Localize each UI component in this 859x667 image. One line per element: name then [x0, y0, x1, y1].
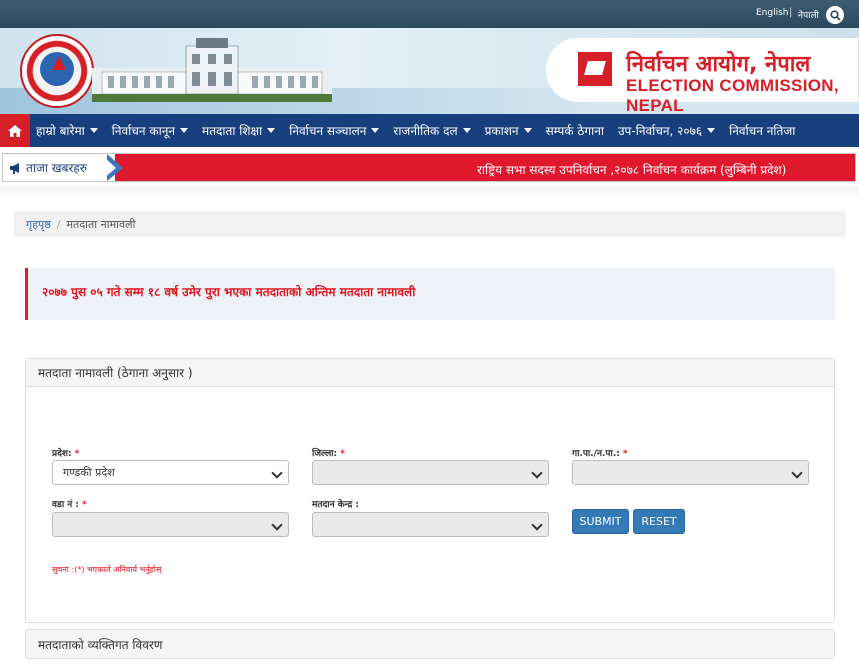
district-label: जिल्ला: * [312, 446, 345, 459]
main-navigation: हाम्रो बारेमा निर्वाचन कानून मतदाता शिक्… [0, 114, 859, 147]
ticker-headline-link[interactable]: राष्ट्रिय सभा सदस्य उपनिर्वाचन ,२०७८ निर… [477, 161, 786, 178]
breadcrumb-home-link[interactable]: गृहपृष्ठ [26, 217, 51, 232]
header-banner: निर्वाचन आयोग, नेपाल ELECTION COMMISSION… [0, 28, 859, 114]
voter-details-title: मतदाताको व्यक्तिगत विवरण [38, 637, 163, 652]
district-select[interactable] [312, 460, 549, 485]
ticker-label-text: ताजा खबरहरु [26, 161, 87, 175]
required-fields-note: सुचना :(*) भएकाले अनिवार्य भर्नुहोस् [52, 565, 162, 574]
nav-item-election-results[interactable]: निर्वाचन नतिजा [729, 122, 795, 139]
breadcrumb: गृहपृष्ठ / मतदाता नामावली [14, 211, 846, 237]
nav-item-political-parties[interactable]: राजनीतिक दल [393, 122, 471, 139]
nav-item-label: प्रकाशन [484, 124, 519, 138]
nav-item-voter-education[interactable]: मतदाता शिक्षा [202, 122, 276, 139]
voter-list-search-panel: मतदाता नामावली (ठेगाना अनुसार ) प्रदेश: *… [25, 358, 835, 623]
voter-details-panel[interactable]: मतदाताको व्यक्तिगत विवरण [25, 629, 835, 659]
notice-text: २०७७ पुस ०५ गते सम्म १८ वर्ष उमेर पुरा भ… [42, 285, 416, 299]
nav-item-election-law[interactable]: निर्वाचन कानून [111, 122, 189, 139]
national-emblem-icon[interactable] [20, 34, 94, 108]
ticker-label: ताजा खबरहरु [3, 154, 123, 181]
nav-item-label: राजनीतिक दल [393, 124, 458, 138]
logo-title-nepali: निर्वाचन आयोग, नेपाल [626, 52, 811, 77]
voter-list-notice: २०७७ पुस ०५ गते सम्म १८ वर्ष उमेर पुरा भ… [25, 268, 835, 320]
chevron-down-icon [531, 519, 543, 531]
chevron-down-icon [707, 128, 716, 133]
home-icon[interactable] [0, 114, 30, 147]
nav-item-about[interactable]: हाम्रो बारेमा [36, 122, 98, 139]
chevron-down-icon [523, 128, 532, 133]
nav-item-label: निर्वाचन नतिजा [729, 124, 796, 138]
nav-item-publications[interactable]: प्रकाशन [485, 122, 532, 139]
chevron-down-icon [89, 128, 98, 133]
nav-item-label: मतदाता शिक्षा [202, 124, 263, 138]
chevron-down-icon [462, 128, 471, 133]
nav-item-contact[interactable]: सम्पर्क ठेगाना [546, 122, 604, 139]
ballot-logo-icon [578, 52, 612, 86]
news-ticker: ताजा खबरहरु राष्ट्रिय सभा सदस्य उपनिर्वा… [2, 153, 856, 182]
submit-button[interactable]: SUBMIT [572, 509, 629, 534]
ward-select[interactable] [52, 512, 289, 537]
nav-item-election-operation[interactable]: निर्वाचन सञ्चालन [289, 122, 380, 139]
province-selected-value: गण्डकी प्रदेश [63, 466, 115, 479]
required-mark: * [340, 449, 345, 459]
ticker-arrow-inner [103, 156, 116, 179]
nav-item-label: निर्वाचन कानून [111, 124, 176, 138]
reset-button[interactable]: RESET [633, 509, 685, 534]
municipality-label: गा.पा./न.पा.: * [572, 446, 628, 459]
breadcrumb-separator: / [56, 217, 61, 231]
language-separator: | [789, 7, 793, 18]
nav-item-label: निर्वाचन सञ्चालन [289, 124, 367, 138]
province-label: प्रदेश: * [52, 446, 79, 459]
panel-title: मतदाता नामावली (ठेगाना अनुसार ) [26, 359, 834, 387]
municipality-select[interactable] [572, 460, 809, 485]
nav-item-label: सम्पर्क ठेगाना [545, 124, 604, 138]
chevron-down-icon [267, 128, 276, 133]
logo-title-english: ELECTION COMMISSION, NEPAL [626, 76, 839, 114]
nav-item-label: उप-निर्वाचन, २०७६ [617, 124, 703, 138]
commission-building-image [92, 38, 332, 102]
province-select[interactable]: गण्डकी प्रदेश [52, 460, 289, 485]
breadcrumb-current: मतदाता नामावली [66, 217, 136, 231]
required-mark: * [622, 449, 628, 459]
municipality-label-text: गा.पा./न.पा.: [572, 449, 620, 459]
chevron-down-icon [271, 467, 283, 479]
chevron-down-icon [531, 467, 543, 479]
ward-label-text: वडा नं : [52, 500, 80, 510]
district-label-text: जिल्ला: [312, 449, 338, 459]
chevron-down-icon [180, 128, 189, 133]
required-mark: * [82, 500, 87, 510]
required-mark: * [74, 449, 80, 459]
polling-center-select[interactable] [312, 512, 549, 537]
nav-item-by-election[interactable]: उप-निर्वाचन, २०७६ [617, 122, 716, 139]
election-commission-logo[interactable]: निर्वाचन आयोग, नेपाल ELECTION COMMISSION… [546, 38, 858, 114]
language-english-link[interactable]: English [756, 8, 789, 18]
nav-item-label: हाम्रो बारेमा [36, 124, 85, 138]
chevron-down-icon [271, 519, 283, 531]
language-nepali-link[interactable]: नेपाली [798, 8, 819, 21]
megaphone-icon [10, 162, 19, 174]
chevron-down-icon [791, 467, 803, 479]
section-divider [0, 186, 859, 200]
top-bar: English | नेपाली [0, 0, 859, 28]
ward-label: वडा नं : * [52, 497, 87, 510]
province-label-text: प्रदेश: [52, 449, 72, 459]
polling-center-label: मतदान केन्द्र : [312, 500, 359, 510]
chevron-down-icon [371, 128, 380, 133]
search-icon[interactable] [826, 6, 844, 24]
